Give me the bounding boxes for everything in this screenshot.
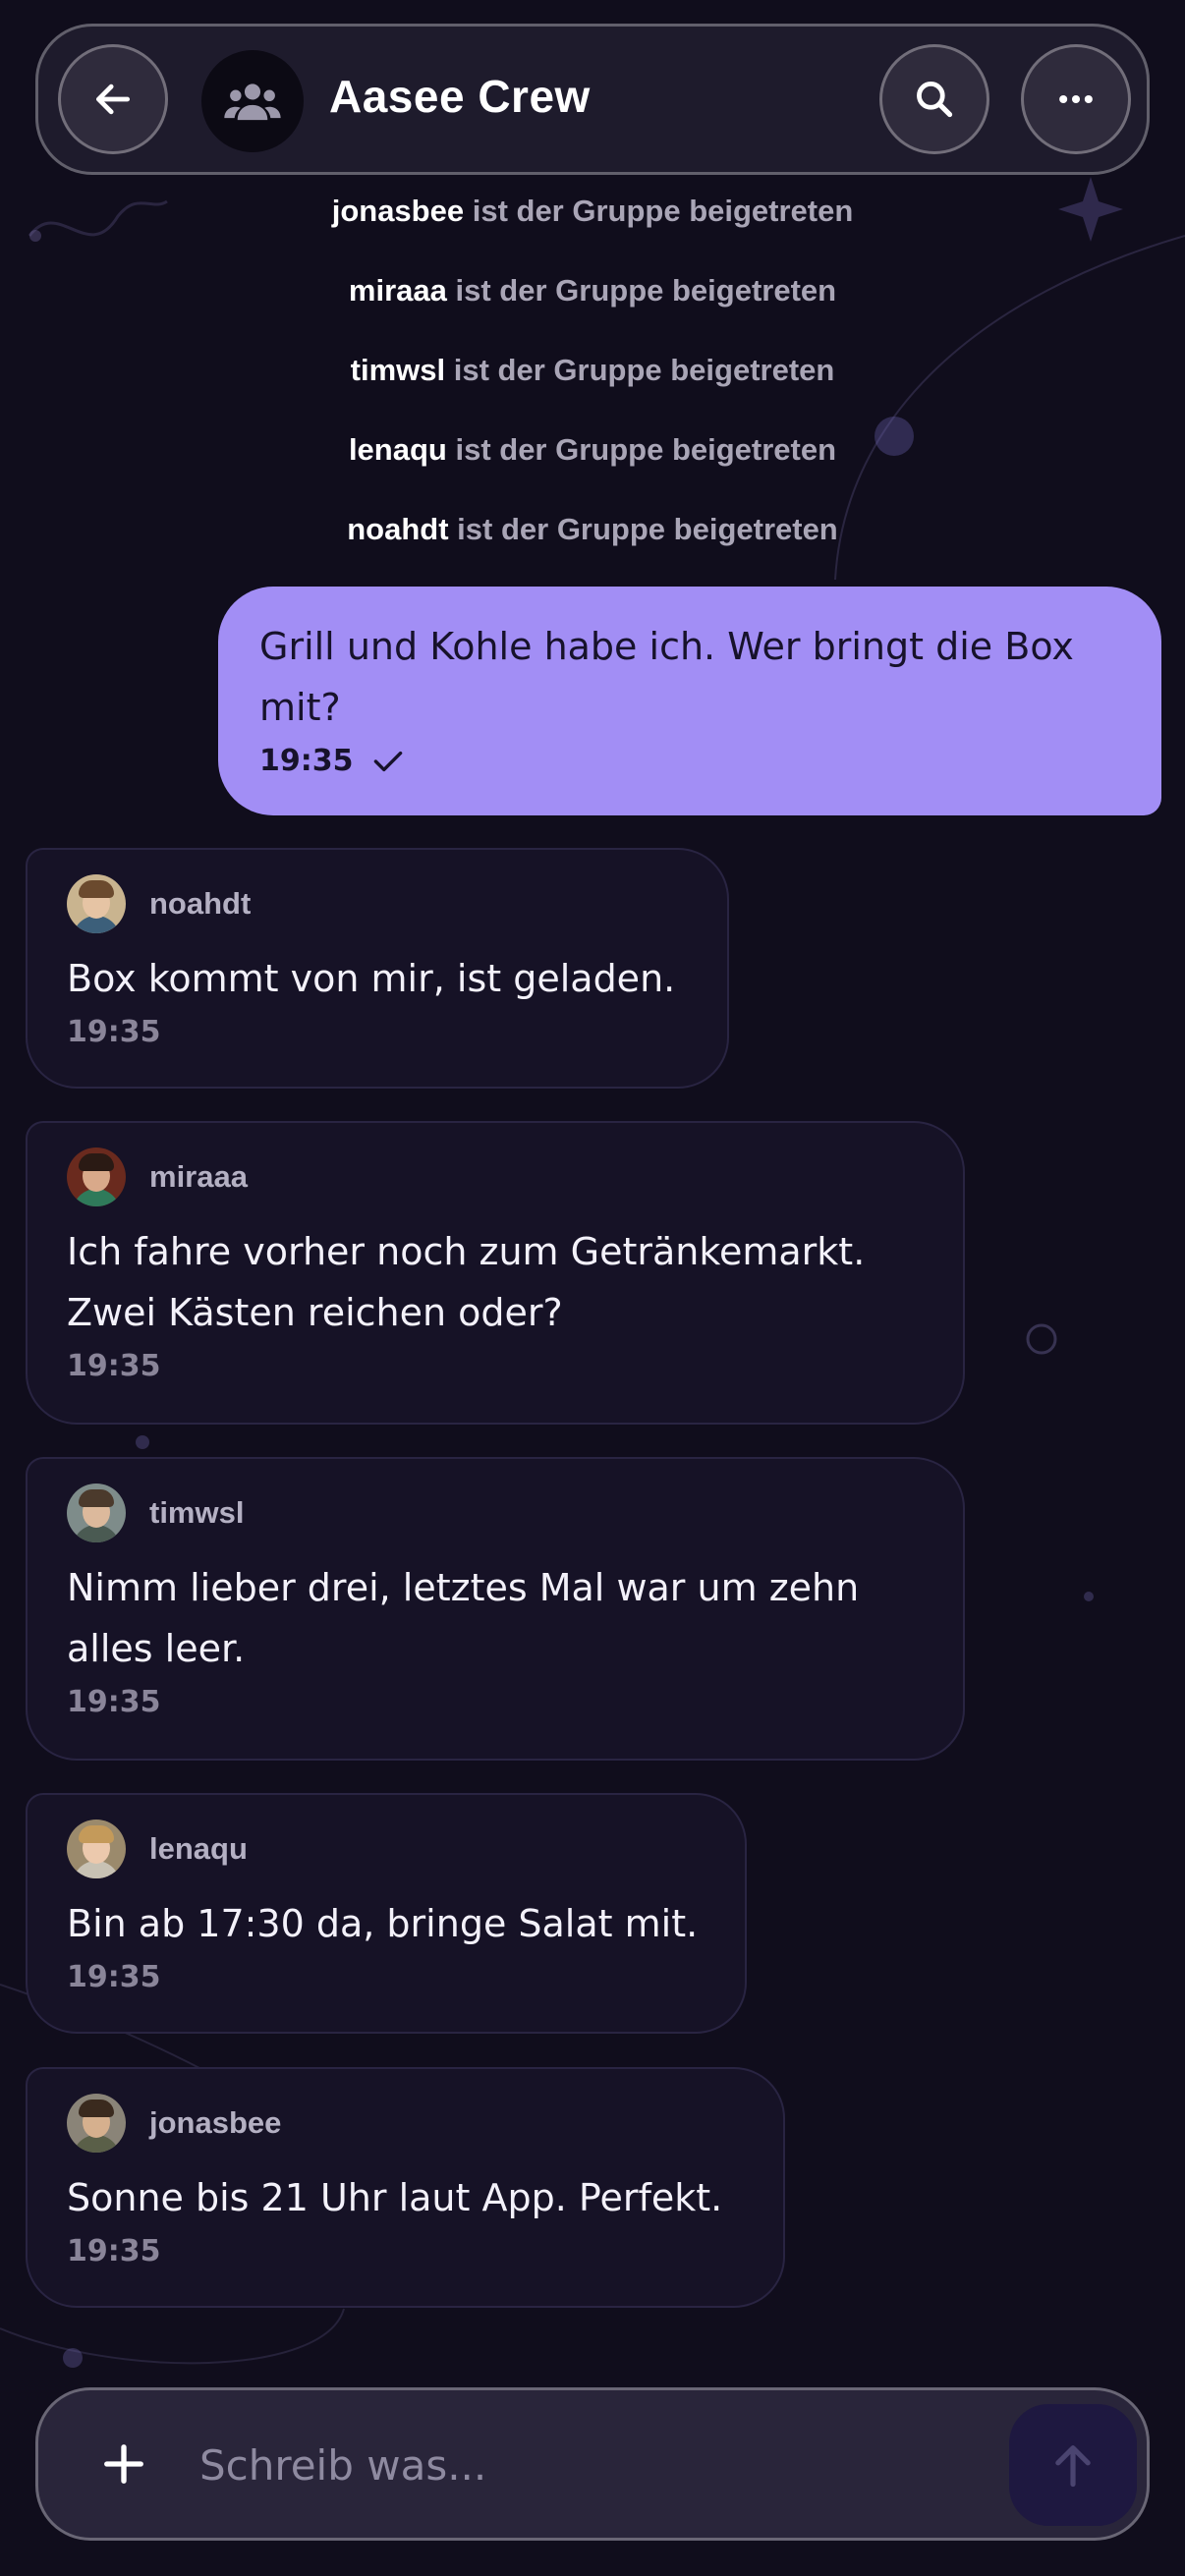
message-text: Grill und Kohle habe ich. Wer bringt die… [259, 625, 1074, 729]
chat-header: Aasee Crew [35, 24, 1150, 175]
chat-title: Aasee Crew [329, 71, 591, 122]
group-icon [224, 84, 281, 121]
send-button[interactable] [1009, 2404, 1137, 2526]
search-icon [917, 82, 953, 118]
system-message-text: ist der Gruppe beigetreten [453, 353, 835, 387]
sender-name: noahdt [149, 886, 252, 921]
system-message: jonasbee ist der Gruppe beigetreten [0, 194, 1185, 229]
message-time: 19:35 [67, 1960, 161, 1994]
back-button[interactable] [58, 44, 168, 154]
check-icon [373, 751, 402, 771]
system-message-text: ist der Gruppe beigetreten [455, 273, 837, 308]
message-sender: noahdt [67, 873, 698, 934]
more-horizontal-icon [1059, 94, 1093, 104]
message-sender: miraaa [67, 1147, 933, 1207]
arrow-left-icon [95, 84, 131, 115]
incoming-message-bubble[interactable]: miraaa Ich fahre vorher noch zum Getränk… [26, 1121, 965, 1425]
message-time: 19:35 [67, 1015, 161, 1049]
outgoing-message-bubble[interactable]: Grill und Kohle habe ich. Wer bringt die… [218, 587, 1161, 815]
arrow-up-icon [1055, 2445, 1091, 2488]
message-composer [35, 2387, 1150, 2541]
message-sender: lenaqu [67, 1819, 715, 1879]
message-text: Sonne bis 21 Uhr laut App. Perfekt. [67, 2176, 723, 2219]
message-text: Bin ab 17:30 da, bringe Salat mit. [67, 1902, 699, 1945]
system-message-user: noahdt [347, 512, 449, 546]
sender-name: timwsl [149, 1495, 245, 1530]
avatar[interactable] [67, 1148, 126, 1206]
sender-name: jonasbee [149, 2105, 282, 2140]
message-meta: 19:35 [259, 744, 1122, 778]
message-text: Box kommt von mir, ist geladen. [67, 957, 676, 1000]
add-attachment-button[interactable] [89, 2430, 158, 2498]
system-message: miraaa ist der Gruppe beigetreten [0, 273, 1185, 308]
message-sender: timwsl [67, 1483, 933, 1543]
system-message-user: timwsl [350, 353, 446, 387]
system-message-text: ist der Gruppe beigetreten [457, 512, 838, 546]
incoming-message-bubble[interactable]: timwsl Nimm lieber drei, letztes Mal war… [26, 1457, 965, 1761]
avatar[interactable] [67, 874, 126, 933]
plus-icon [104, 2444, 143, 2484]
avatar[interactable] [67, 1484, 126, 1542]
system-message: noahdt ist der Gruppe beigetreten [0, 512, 1185, 547]
message-text: Ich fahre vorher noch zum Getränkemarkt.… [67, 1230, 866, 1334]
message-text: Nimm lieber drei, letztes Mal war um zeh… [67, 1566, 860, 1670]
message-time: 19:35 [259, 744, 354, 778]
search-button[interactable] [879, 44, 989, 154]
incoming-message-bubble[interactable]: noahdt Box kommt von mir, ist geladen. 1… [26, 848, 729, 1089]
avatar[interactable] [67, 2094, 126, 2153]
system-message-text: ist der Gruppe beigetreten [455, 432, 837, 467]
system-message-user: lenaqu [348, 432, 447, 467]
incoming-message-bubble[interactable]: jonasbee Sonne bis 21 Uhr laut App. Perf… [26, 2067, 785, 2308]
message-sender: jonasbee [67, 2093, 754, 2154]
system-message-text: ist der Gruppe beigetreten [472, 194, 854, 228]
group-avatar[interactable] [201, 50, 304, 152]
system-message: timwsl ist der Gruppe beigetreten [0, 353, 1185, 388]
incoming-message-bubble[interactable]: lenaqu Bin ab 17:30 da, bringe Salat mit… [26, 1793, 747, 2034]
system-message-user: jonasbee [331, 194, 465, 228]
avatar[interactable] [67, 1820, 126, 1878]
message-time: 19:35 [67, 1685, 161, 1719]
sender-name: lenaqu [149, 1831, 248, 1866]
message-time: 19:35 [67, 1349, 161, 1383]
message-time: 19:35 [67, 2234, 161, 2268]
more-button[interactable] [1021, 44, 1131, 154]
system-message: lenaqu ist der Gruppe beigetreten [0, 432, 1185, 468]
sender-name: miraaa [149, 1159, 248, 1194]
system-message-user: miraaa [348, 273, 447, 308]
message-input[interactable] [199, 2426, 1015, 2504]
